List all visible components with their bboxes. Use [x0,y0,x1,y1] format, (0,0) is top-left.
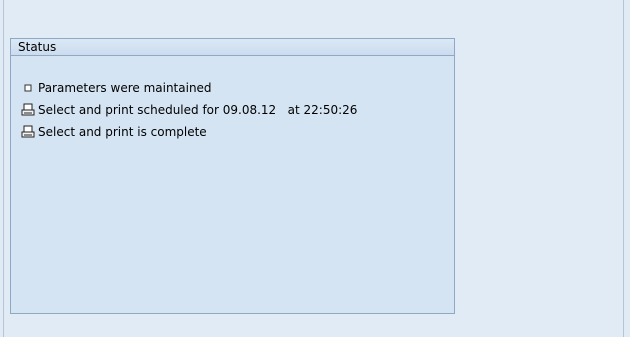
status-item-print-complete: Select and print is complete [21,123,207,141]
printer-icon [21,125,35,139]
status-item-print-scheduled: Select and print scheduled for 09.08.12 … [21,101,357,119]
status-item-label: Parameters were maintained [38,81,212,95]
window-left-border [3,0,4,337]
status-item-label: Select and print scheduled for 09.08.12 … [38,103,358,117]
printer-icon [21,103,35,117]
status-item-label: Select and print is complete [38,125,207,139]
bullet-square-icon [21,81,35,95]
status-panel: Status Parameters were maintained Select… [10,38,455,314]
status-panel-title: Status [11,39,454,56]
window-right-border [623,0,624,337]
status-item-parameters-maintained: Parameters were maintained [21,79,212,97]
